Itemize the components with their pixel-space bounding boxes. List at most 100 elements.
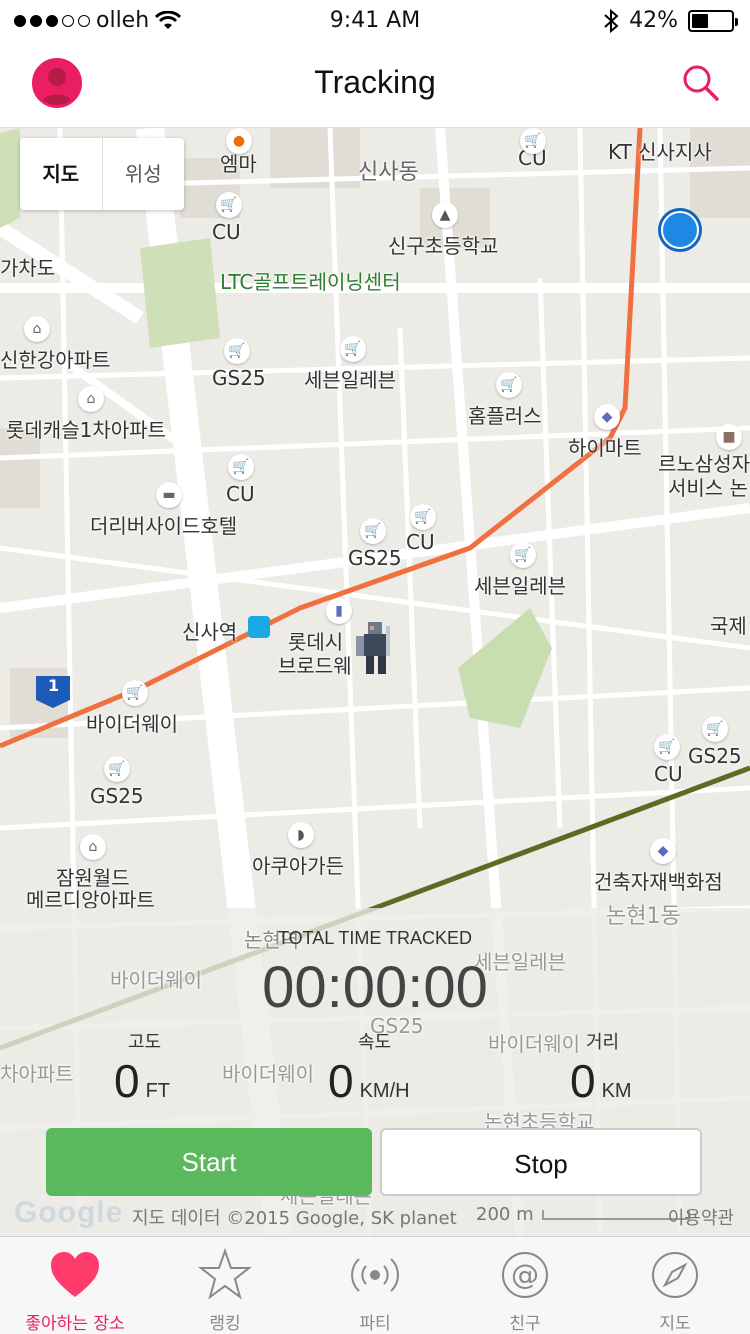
map-label: 차아파트 (0, 1062, 74, 1086)
map-label: CU (654, 762, 683, 786)
map-label: 가차도 (0, 256, 56, 280)
shop-poi-icon[interactable]: 🛒 (520, 128, 546, 154)
map-label: 더리버사이드호텔 (90, 514, 238, 538)
tab-label: 지도 (659, 1314, 691, 1334)
map-scale: 200 m (476, 1204, 690, 1225)
map-label: 건축자재백화점 (594, 870, 723, 894)
map-label: GS25 (688, 744, 742, 768)
svg-text:@: @ (511, 1258, 539, 1291)
map-label: 논현1동 (606, 904, 681, 929)
player-avatar-icon[interactable] (352, 616, 398, 680)
map-label: KT 신사지사 (608, 140, 712, 164)
tab-favorites[interactable]: 좋아하는 장소 (0, 1237, 150, 1334)
map-label: CU (212, 220, 241, 244)
map-label: 바이더웨이 (86, 712, 178, 736)
tab-label: 친구 (509, 1314, 541, 1334)
shop-poi-icon[interactable]: 🛒 (410, 504, 436, 530)
speed-label: 속도 (358, 1032, 392, 1052)
speed-value: 0 (328, 1055, 354, 1107)
map-label: GS25 (90, 784, 144, 808)
tracking-panel: 논현1동 논현역 바이더웨이 세븐일레븐 GS25 바이더웨이 차아파트 바이더… (0, 904, 750, 1236)
altitude-label: 고도 (128, 1032, 162, 1052)
map-label: 홈플러스 (468, 404, 542, 428)
distance-stat: 거리 0 KM (570, 1028, 632, 1108)
map-label: 신사동 (358, 160, 419, 185)
map-type-toggle[interactable]: 지도 위성 (20, 138, 184, 210)
tab-map[interactable]: 지도 (600, 1237, 750, 1334)
speed-stat: 속도 0 KM/H (328, 1028, 410, 1108)
stop-button[interactable]: Stop (380, 1128, 702, 1196)
map-label: 롯데캐슬1차아파트 (6, 418, 166, 442)
map-label: 신구초등학교 (388, 234, 499, 258)
shop-poi-icon[interactable]: 🛒 (340, 336, 366, 362)
start-button[interactable]: Start (46, 1128, 372, 1196)
tab-label: 랭킹 (209, 1314, 241, 1334)
at-icon: @ (502, 1252, 548, 1298)
map-label: 신사역 (182, 620, 238, 644)
google-logo: Google (14, 1196, 124, 1229)
shop-poi-icon[interactable]: 🛒 (360, 518, 386, 544)
speed-unit: KM/H (359, 1080, 410, 1102)
navigation-bar: Tracking (0, 40, 750, 128)
heart-icon (51, 1252, 99, 1297)
route-number: 1 (48, 676, 60, 695)
tab-bar: 좋아하는 장소 랭킹 파티 @ 친구 지도 (0, 1236, 750, 1334)
shop-poi-icon[interactable]: ■ (716, 424, 742, 450)
page-title: Tracking (314, 64, 436, 100)
cinema-poi-icon[interactable]: ▮ (326, 598, 352, 624)
elapsed-timer: 00:00:00 (262, 955, 488, 1020)
tab-label: 파티 (359, 1314, 391, 1334)
map-mode-button[interactable]: 지도 (20, 138, 103, 210)
battery-percent: 42% (629, 8, 678, 33)
distance-unit: KM (601, 1080, 632, 1102)
altitude-stat: 고도 0 FT (114, 1028, 170, 1108)
altitude-value: 0 (114, 1055, 140, 1107)
shop-poi-icon[interactable]: ◆ (650, 838, 676, 864)
shop-poi-icon[interactable]: 🛒 (122, 680, 148, 706)
home-poi-icon[interactable]: ⌂ (78, 386, 104, 412)
shop-poi-icon[interactable]: 🛒 (496, 372, 522, 398)
map-label: 하이마트 (568, 436, 642, 460)
map-label: 국제 (710, 614, 747, 638)
search-icon[interactable] (680, 62, 720, 102)
tab-party[interactable]: 파티 (300, 1237, 450, 1334)
map-label: 신한강아파트 (0, 348, 111, 372)
map-label: 세븐일레븐 (304, 368, 396, 392)
broadcast-icon (351, 1258, 399, 1292)
distance-value: 0 (570, 1055, 596, 1107)
map-label: CU (406, 530, 435, 554)
satellite-mode-button[interactable]: 위성 (103, 138, 185, 210)
shop-poi-icon[interactable]: 🛒 (228, 454, 254, 480)
scale-label: 200 m (476, 1204, 534, 1225)
shop-poi-icon[interactable]: 🛒 (104, 756, 130, 782)
attribution-text: 지도 데이터 ©2015 Google, SK planet (132, 1208, 457, 1229)
map-label: 세븐일레븐 (474, 574, 566, 598)
shop-poi-icon[interactable]: 🛒 (702, 716, 728, 742)
map-label: GS25 (212, 366, 266, 390)
status-bar: olleh 9:41 AM 42% (0, 0, 750, 40)
shop-poi-icon[interactable]: 🛒 (224, 338, 250, 364)
shop-poi-icon[interactable]: 🛒 (216, 192, 242, 218)
tab-ranking[interactable]: 랭킹 (150, 1237, 300, 1334)
shop-poi-icon[interactable]: 🛒 (510, 542, 536, 568)
shop-poi-icon[interactable]: 🛒 (654, 734, 680, 760)
shop-poi-icon[interactable]: ● (226, 128, 252, 154)
map-label: 바이더웨이 (222, 1062, 314, 1086)
map-label: 바이더웨이 (488, 1032, 580, 1056)
hotel-poi-icon[interactable]: ▬ (156, 482, 182, 508)
aquarium-poi-icon[interactable]: ◗ (288, 822, 314, 848)
terms-link[interactable]: 이용약관 (668, 1204, 734, 1230)
map-view[interactable]: 지도 위성 엠마 신사동 CU KT 신사지사 CU 신구초등학교 LTC골프트… (0, 128, 750, 1236)
compass-icon (652, 1252, 698, 1298)
shop-poi-icon[interactable]: ◆ (594, 404, 620, 430)
bluetooth-icon (604, 8, 619, 33)
home-poi-icon[interactable]: ⌂ (24, 316, 50, 342)
tab-label: 좋아하는 장소 (25, 1314, 125, 1334)
school-poi-icon[interactable]: ▲ (432, 202, 458, 228)
battery-icon (688, 9, 738, 32)
home-poi-icon[interactable]: ⌂ (80, 834, 106, 860)
tab-friends[interactable]: @ 친구 (450, 1237, 600, 1334)
map-label: 아쿠아가든 (252, 854, 344, 878)
map-attribution: Google 지도 데이터 ©2015 Google, SK planet 20… (14, 1196, 744, 1232)
map-label: CU (226, 482, 255, 506)
